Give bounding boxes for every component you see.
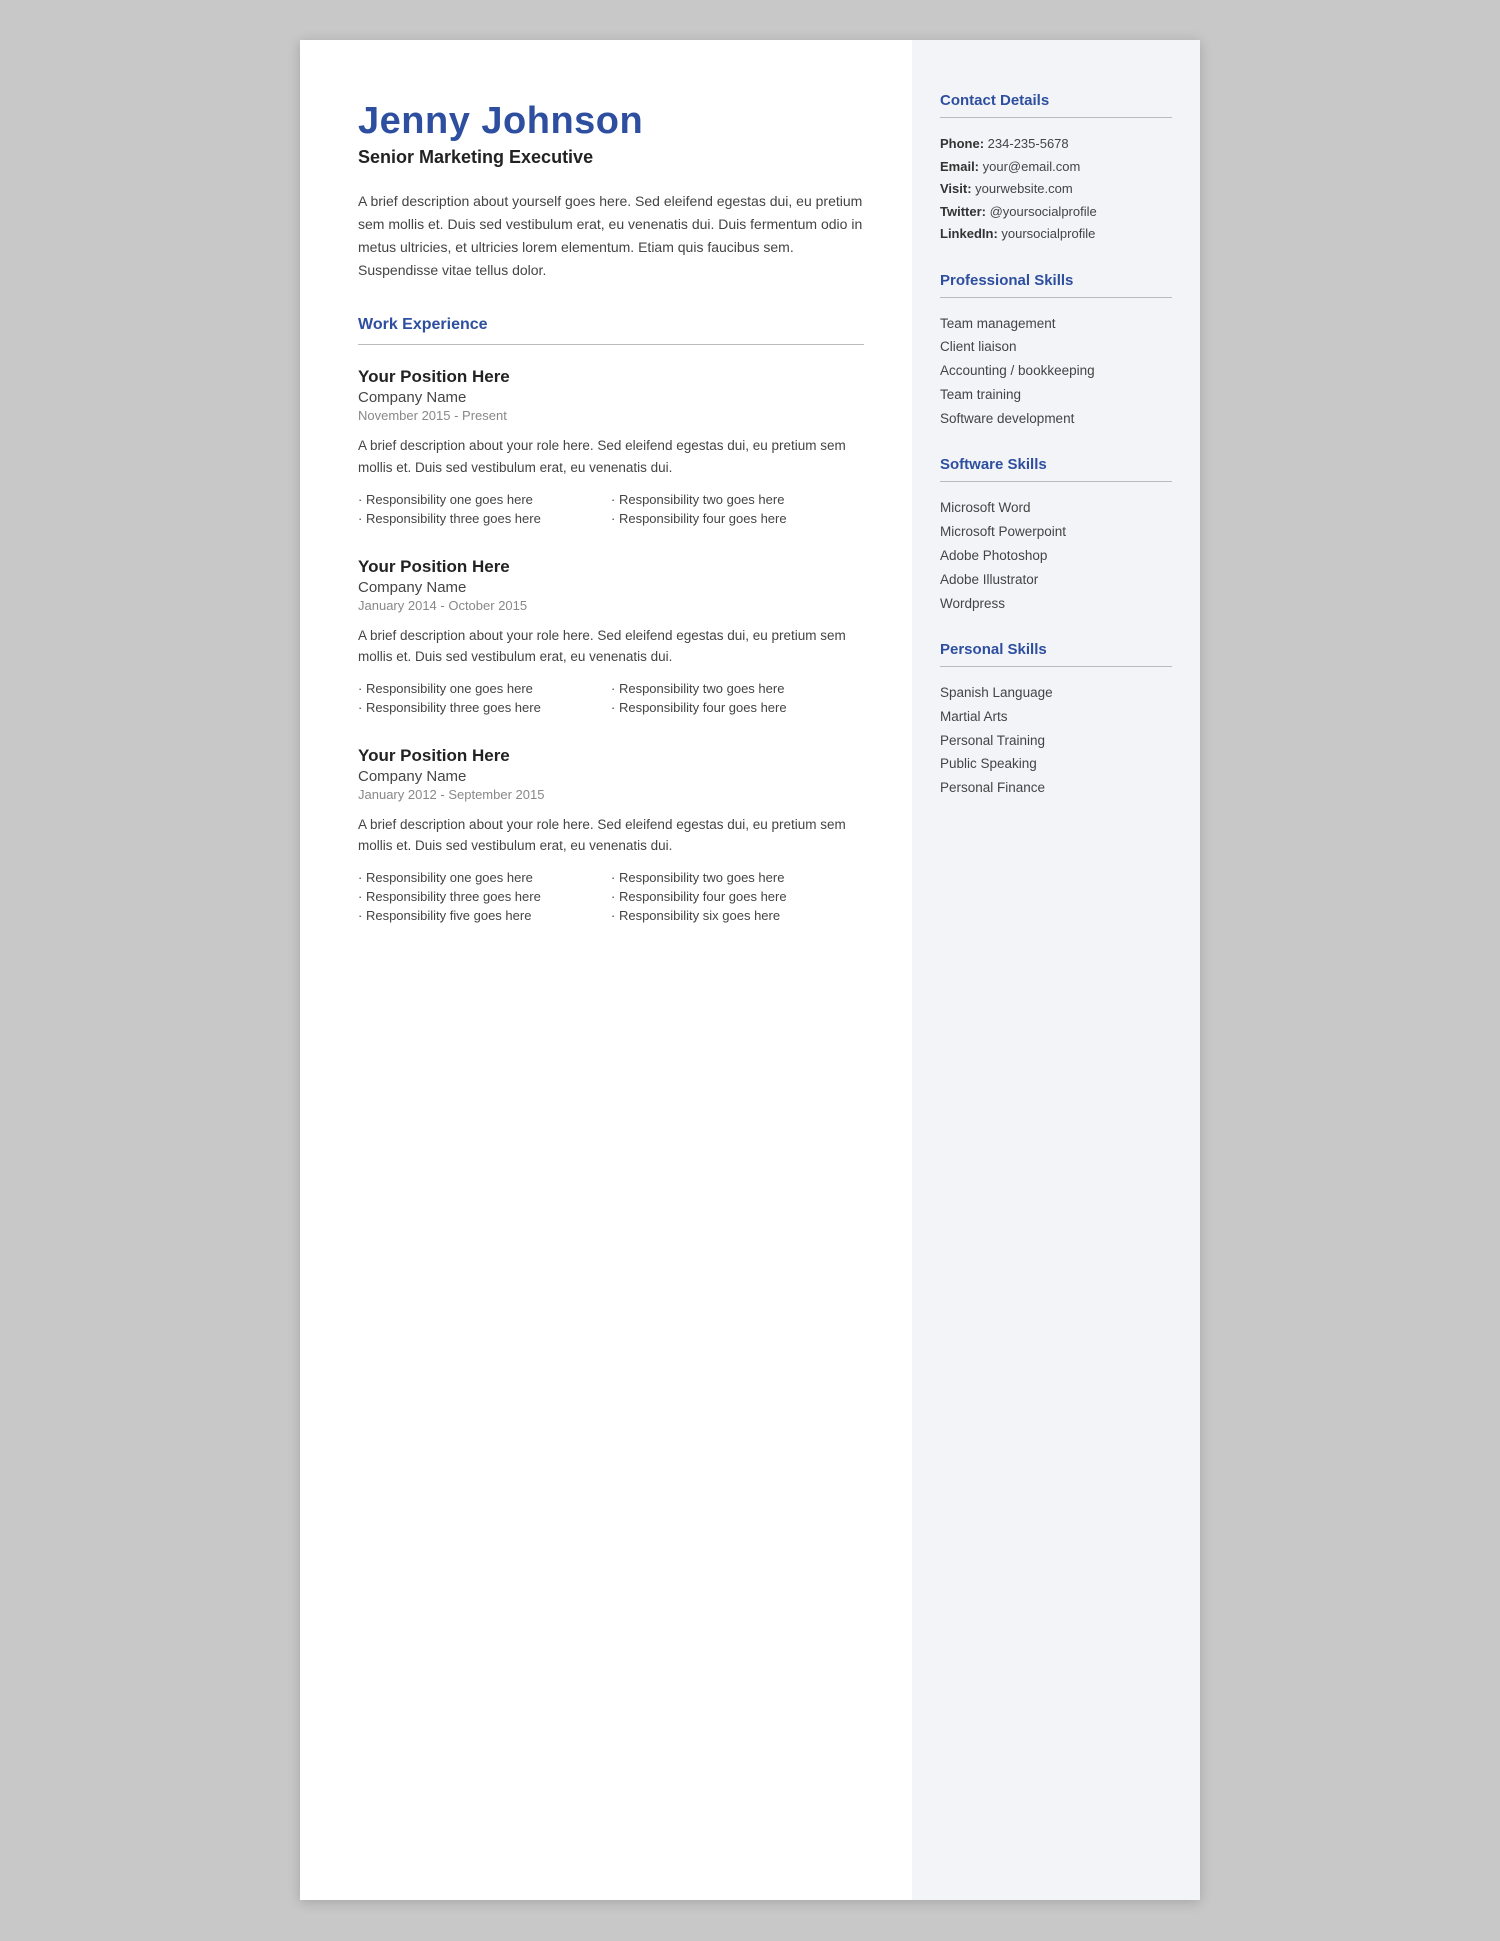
contact-label: Twitter: [940,204,986,219]
contact-divider [940,117,1172,118]
software-skills-section: Software Skills Microsoft WordMicrosoft … [940,456,1172,615]
professional-skills-heading: Professional Skills [940,272,1172,289]
professional-skills-section: Professional Skills Team managementClien… [940,272,1172,431]
contact-label: LinkedIn: [940,226,998,241]
job-0: Your Position Here Company Name November… [358,367,864,526]
responsibilities-list: Responsibility one goes hereResponsibili… [358,491,864,527]
skill-item: Adobe Illustrator [940,570,1172,591]
job-description: A brief description about your role here… [358,625,864,668]
skill-item: Personal Finance [940,778,1172,799]
personal-skills-items: Spanish Language Martial Arts Personal Tra… [940,683,1172,800]
skill-item: Public Speaking [940,754,1172,775]
responsibility: Responsibility one goes here [358,869,611,886]
work-experience-divider [358,344,864,345]
contact-line: Visit: yourwebsite.com [940,179,1172,199]
skill-item: Software development [940,409,1172,430]
responsibility: Responsibility two goes here [611,869,864,886]
responsibility: Responsibility one goes here [358,680,611,697]
skill-item: Martial Arts [940,707,1172,728]
professional-skills-divider [940,297,1172,298]
software-skills-divider [940,481,1172,482]
sidebar-column: Contact Details Phone: 234-235-5678 Email… [912,40,1200,1900]
jobs-container: Your Position Here Company Name November… [358,367,864,924]
responsibility: Responsibility four goes here [611,699,864,716]
software-skills-items: Microsoft Word Microsoft Powerpoint Adobe … [940,498,1172,615]
responsibility: Responsibility three goes here [358,510,611,527]
responsibility: Responsibility three goes here [358,699,611,716]
contact-heading: Contact Details [940,92,1172,109]
personal-skills-heading: Personal Skills [940,641,1172,658]
job-title: Your Position Here [358,557,864,577]
resume-page: Jenny Johnson Senior Marketing Executive… [300,40,1200,1900]
job-dates: January 2014 - October 2015 [358,598,864,613]
contact-label: Email: [940,159,979,174]
job-company: Company Name [358,389,864,406]
skill-item: Adobe Photoshop [940,546,1172,567]
professional-skills-items: Team managementClient liaison Accounting … [940,314,1172,431]
job-company: Company Name [358,768,864,785]
responsibility: Responsibility two goes here [611,491,864,508]
skill-item: Team management [940,314,1172,335]
contact-line: Twitter: @yoursocialprofile [940,202,1172,222]
job-title: Your Position Here [358,746,864,766]
main-column: Jenny Johnson Senior Marketing Executive… [300,40,912,1900]
job-company: Company Name [358,579,864,596]
responsibilities-list: Responsibility one goes hereResponsibili… [358,680,864,716]
job-description: A brief description about your role here… [358,435,864,478]
personal-skills-section: Personal Skills Spanish Language Martial … [940,641,1172,800]
skill-item: Personal Training [940,731,1172,752]
personal-skills-divider [940,666,1172,667]
job-dates: January 2012 - September 2015 [358,787,864,802]
responsibility: Responsibility two goes here [611,680,864,697]
skill-item: Wordpress [940,594,1172,615]
contact-items: Phone: 234-235-5678 Email: your@email.com… [940,134,1172,244]
responsibility: Responsibility three goes here [358,888,611,905]
software-skills-heading: Software Skills [940,456,1172,473]
responsibility: Responsibility five goes here [358,907,611,924]
responsibility: Responsibility four goes here [611,888,864,905]
job-1: Your Position Here Company Name January … [358,557,864,716]
skill-item: Microsoft Powerpoint [940,522,1172,543]
applicant-bio: A brief description about yourself goes … [358,190,864,282]
job-dates: November 2015 - Present [358,408,864,423]
contact-label: Phone: [940,136,984,151]
skill-item: Microsoft Word [940,498,1172,519]
skill-item: Team training [940,385,1172,406]
applicant-title: Senior Marketing Executive [358,147,864,168]
skill-item: Spanish Language [940,683,1172,704]
contact-line: Email: your@email.com [940,157,1172,177]
contact-line: Phone: 234-235-5678 [940,134,1172,154]
skill-item: Client liaison [940,337,1172,358]
job-description: A brief description about your role here… [358,814,864,857]
responsibilities-list: Responsibility one goes hereResponsibili… [358,869,864,924]
contact-section: Contact Details Phone: 234-235-5678 Email… [940,92,1172,244]
responsibility: Responsibility six goes here [611,907,864,924]
contact-label: Visit: [940,181,972,196]
job-2: Your Position Here Company Name January … [358,746,864,924]
job-title: Your Position Here [358,367,864,387]
responsibility: Responsibility one goes here [358,491,611,508]
skill-item: Accounting / bookkeeping [940,361,1172,382]
contact-line: LinkedIn: yoursocialprofile [940,224,1172,244]
work-experience-heading: Work Experience [358,316,864,334]
responsibility: Responsibility four goes here [611,510,864,527]
applicant-name: Jenny Johnson [358,100,864,143]
